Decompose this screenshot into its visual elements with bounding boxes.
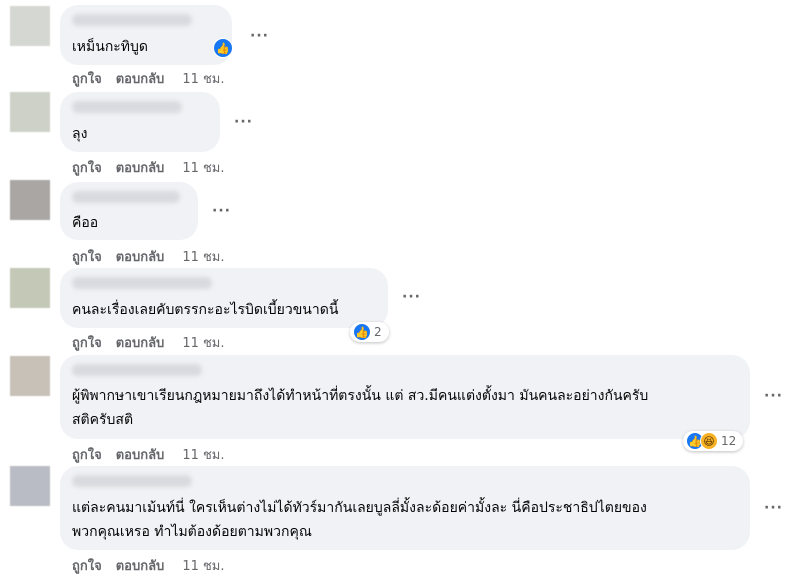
more-options-icon[interactable]: ··· [234,114,253,130]
timestamp[interactable]: 11 ชม. [182,555,224,576]
more-options-icon[interactable]: ··· [764,500,783,516]
thumbs-up-icon: 👍 [213,38,233,58]
reaction-badge[interactable]: 👍 😆 12 [683,431,744,451]
like-button[interactable]: ถูกใจ [72,68,102,89]
avatar[interactable] [10,6,50,46]
reply-button[interactable]: ตอบกลับ [116,332,165,353]
comment-bubble: คนละเรื่องเลยคับตรรกะอะไรบิดเบี้ยวขนาดนี… [60,268,388,328]
thumbs-up-icon: 👍 [353,323,371,341]
timestamp[interactable]: 11 ชม. [182,68,224,89]
comment-text: ผู้พิพากษาเขาเรียนกฎหมายมาถึงได้ทำหน้าที… [72,388,649,428]
more-options-icon[interactable]: ··· [212,203,231,219]
author-name[interactable] [72,101,182,113]
like-button[interactable]: ถูกใจ [72,332,102,353]
author-name[interactable] [72,14,192,26]
avatar[interactable] [10,356,50,396]
like-button[interactable]: ถูกใจ [72,444,102,465]
comment-actions: ถูกใจ ตอบกลับ 11 ชม. [72,157,225,178]
comment-bubble: แต่ละคนมาเม้นท์นี่ ใครเห็นต่างไม่ได้ทัวร… [60,466,750,550]
timestamp[interactable]: 11 ชม. [182,444,224,465]
comment-bubble: เหม็นกะทิบูด [60,5,232,65]
reaction-count: 2 [374,325,382,339]
comment-bubble: ลุง [60,92,220,152]
timestamp[interactable]: 11 ชม. [182,332,224,353]
reaction-badge[interactable]: 👍 2 [350,322,389,342]
reply-button[interactable]: ตอบกลับ [116,444,165,465]
comment-bubble: ผู้พิพากษาเขาเรียนกฎหมายมาถึงได้ทำหน้าที… [60,355,750,439]
reply-button[interactable]: ตอบกลับ [116,157,165,178]
avatar[interactable] [10,92,50,132]
more-options-icon[interactable]: ··· [250,28,269,44]
comment-actions: ถูกใจ ตอบกลับ 11 ชม. [72,555,225,576]
reaction-count: 12 [721,434,737,448]
reaction-badge[interactable]: 👍 [213,38,233,58]
comment-text: เหม็นกะทิบูด [72,39,149,55]
author-name[interactable] [72,191,180,203]
like-button[interactable]: ถูกใจ [72,246,102,267]
comment-text: คืออ [72,215,99,231]
comment-text: แต่ละคนมาเม้นท์นี่ ใครเห็นต่างไม่ได้ทัวร… [72,500,647,540]
comment-actions: ถูกใจ ตอบกลับ 11 ชม. [72,332,225,353]
like-button[interactable]: ถูกใจ [72,157,102,178]
like-button[interactable]: ถูกใจ [72,555,102,576]
author-name[interactable] [72,475,192,487]
more-options-icon[interactable]: ··· [764,388,783,404]
avatar[interactable] [10,268,50,308]
reply-button[interactable]: ตอบกลับ [116,246,165,267]
timestamp[interactable]: 11 ชม. [182,157,224,178]
reply-button[interactable]: ตอบกลับ [116,555,165,576]
avatar[interactable] [10,180,50,220]
comment-actions: ถูกใจ ตอบกลับ 11 ชม. [72,444,225,465]
more-options-icon[interactable]: ··· [402,289,421,305]
comment-text: คนละเรื่องเลยคับตรรกะอะไรบิดเบี้ยวขนาดนี… [72,302,339,318]
reply-button[interactable]: ตอบกลับ [116,68,165,89]
comment-actions: ถูกใจ ตอบกลับ 11 ชม. [72,68,225,89]
comment-bubble: คืออ [60,182,198,240]
timestamp[interactable]: 11 ชม. [182,246,224,267]
haha-icon: 😆 [700,432,718,450]
author-name[interactable] [72,364,202,376]
author-name[interactable] [72,277,212,289]
comment-actions: ถูกใจ ตอบกลับ 11 ชม. [72,246,225,267]
avatar[interactable] [10,466,50,506]
comment-text: ลุง [72,126,88,142]
